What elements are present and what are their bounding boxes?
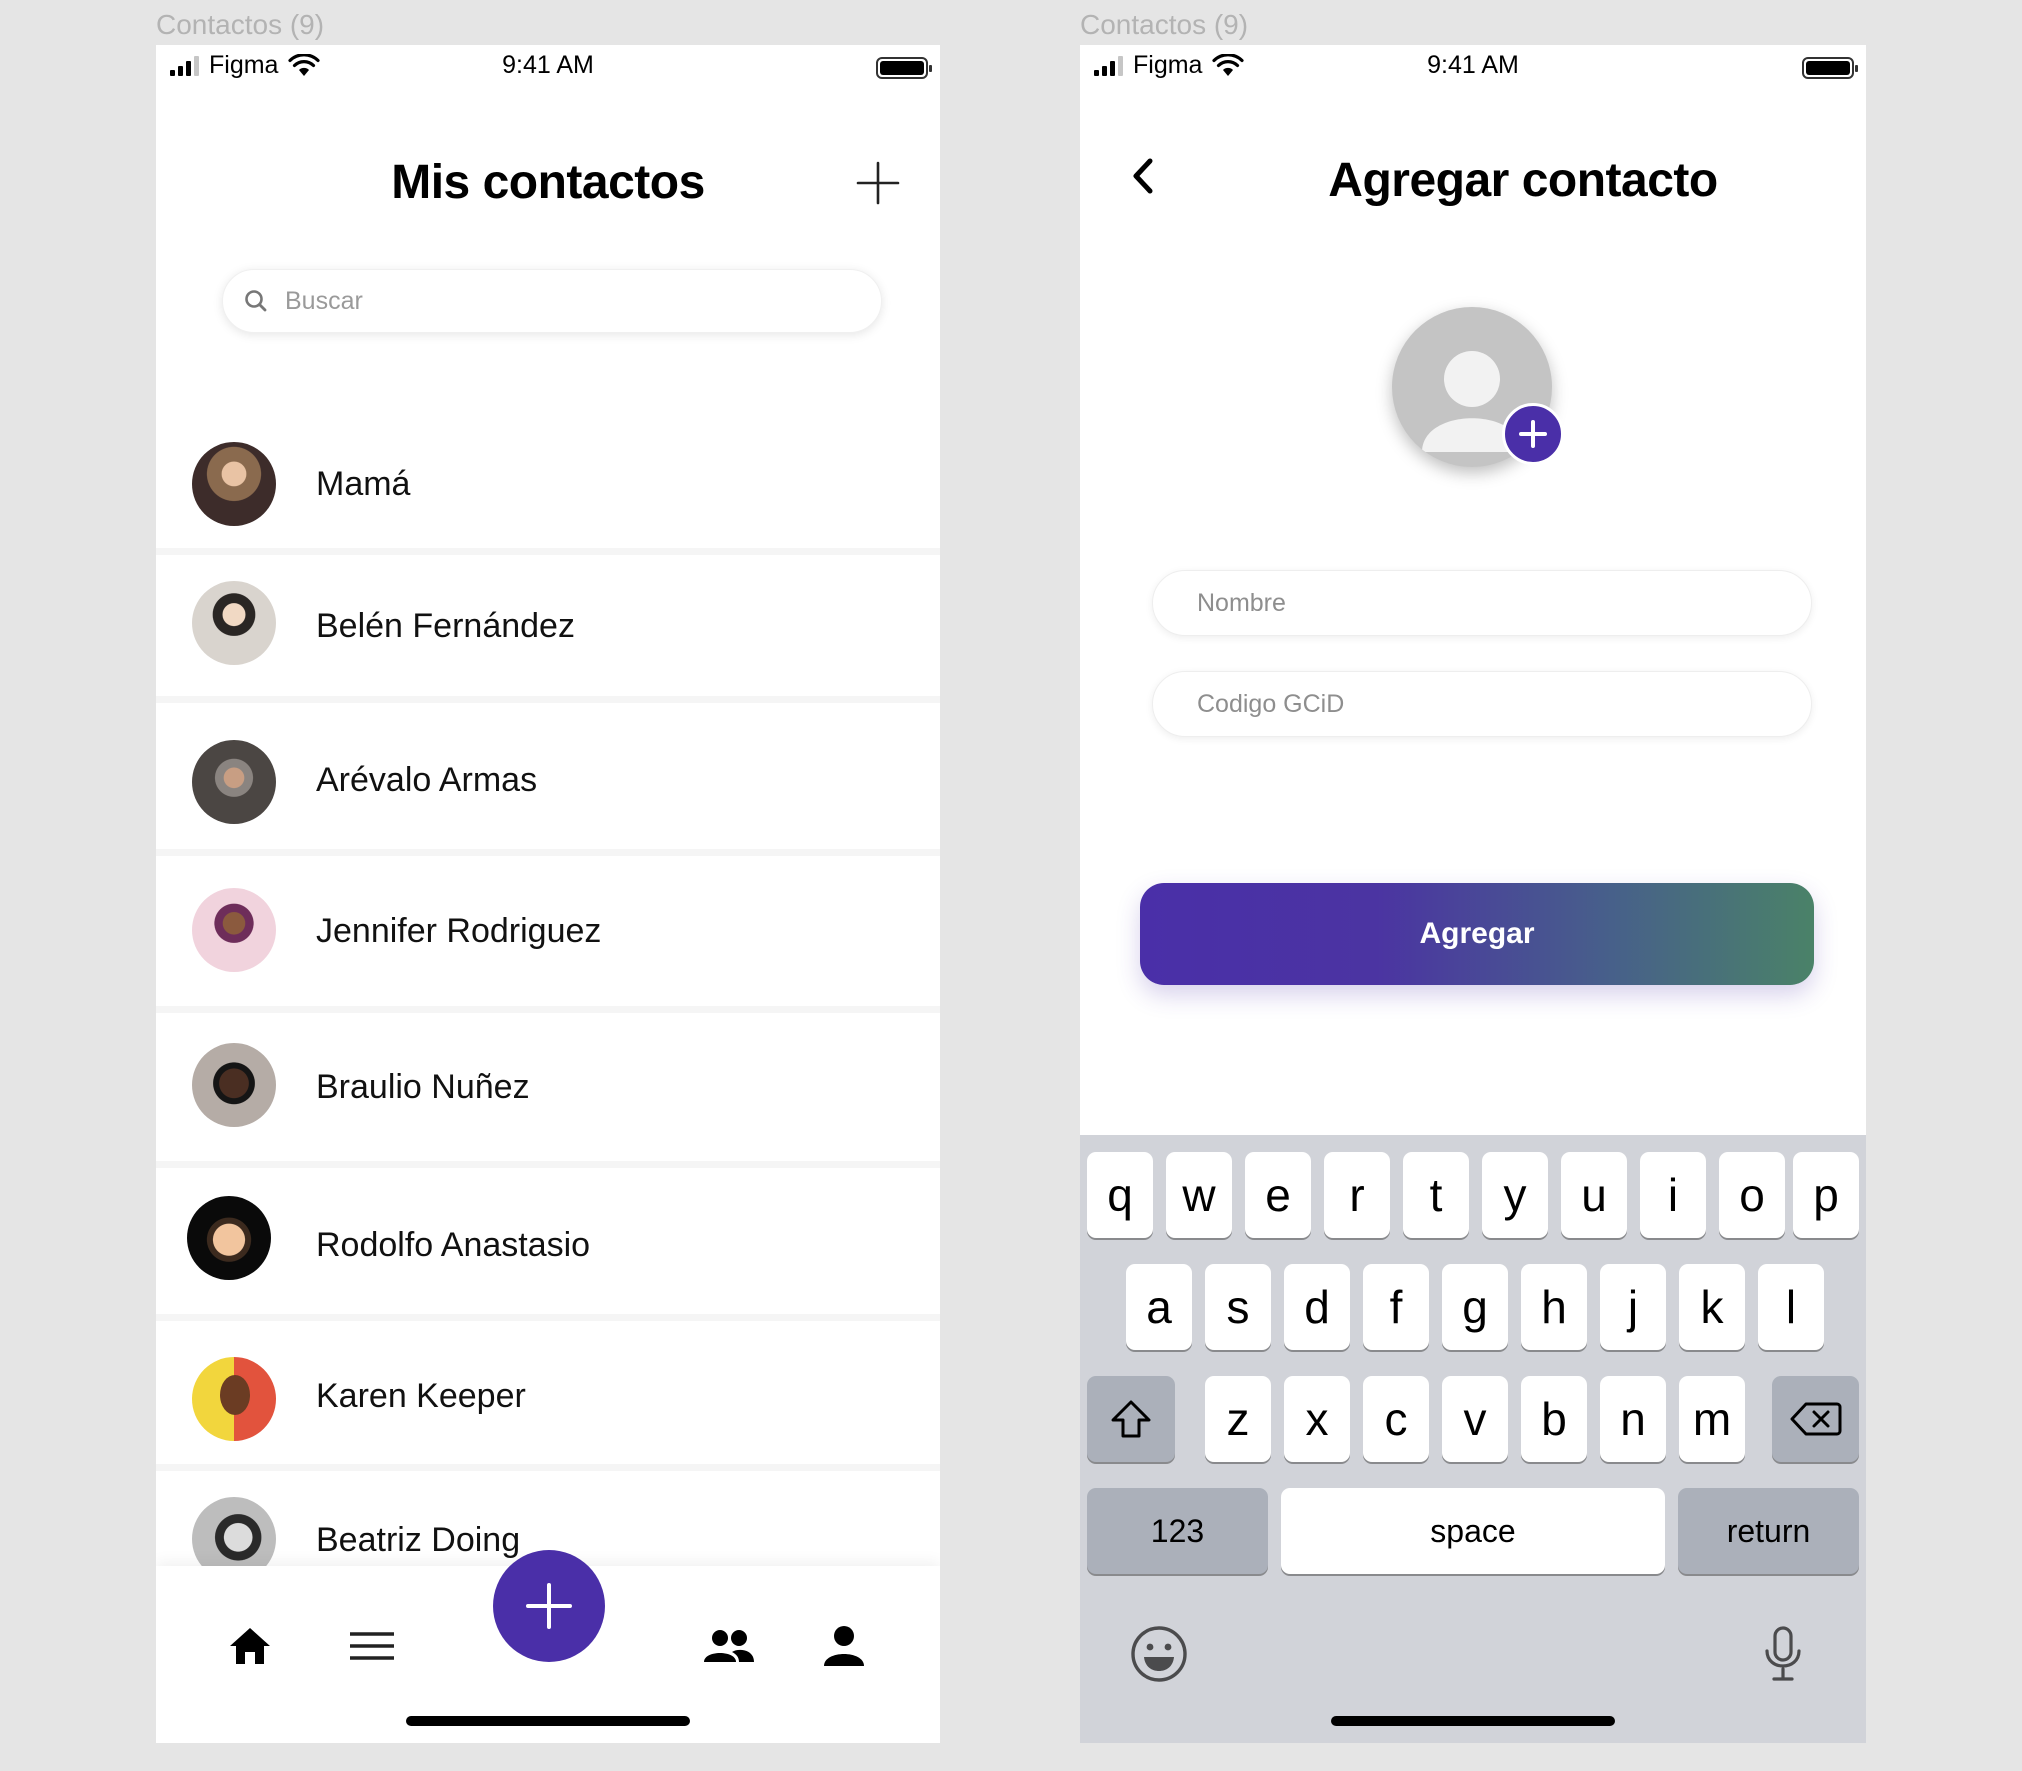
key-b[interactable]: b [1521,1376,1587,1462]
add-contact-button[interactable]: Agregar [1140,883,1814,985]
key-h[interactable]: h [1521,1264,1587,1350]
contact-name: Karen Keeper [316,1377,526,1415]
avatar [192,740,276,824]
add-button[interactable] [493,1550,605,1662]
avatar [192,888,276,972]
key-m[interactable]: m [1679,1376,1745,1462]
numbers-key[interactable]: 123 [1087,1488,1268,1574]
contact-name: Rodolfo Anastasio [316,1226,591,1264]
key-r[interactable]: r [1324,1152,1390,1238]
battery-icon [876,57,932,79]
shift-key[interactable] [1087,1376,1175,1462]
status-time: 9:41 AM [1427,51,1519,79]
key-t[interactable]: t [1403,1152,1469,1238]
status-time: 9:41 AM [502,51,594,79]
list-item[interactable]: Rodolfo Anastasio [156,1168,940,1321]
key-d[interactable]: d [1284,1264,1350,1350]
avatar [192,1043,276,1127]
contact-list: Mamá Belén Fernández Arévalo Armas Jenni… [156,397,940,1609]
contact-name: Arévalo Armas [316,761,538,799]
name-input[interactable] [1197,588,1757,618]
key-k[interactable]: k [1679,1264,1745,1350]
key-s[interactable]: s [1205,1264,1271,1350]
plus-icon [1519,420,1547,448]
contact-name: Beatriz Doing [316,1521,521,1559]
key-u[interactable]: u [1561,1152,1627,1238]
avatar [192,442,276,526]
home-indicator [406,1716,690,1726]
search-bar[interactable] [222,269,882,333]
person-icon[interactable] [820,1622,868,1670]
status-bar: Figma 9:41 AM [1080,45,1866,89]
avatar [187,1196,271,1280]
contact-name: Braulio Nuñez [316,1068,530,1106]
key-q[interactable]: q [1087,1152,1153,1238]
shift-icon [1111,1400,1151,1438]
list-item[interactable]: Arévalo Armas [156,703,940,856]
key-n[interactable]: n [1600,1376,1666,1462]
backspace-icon [1790,1402,1841,1436]
menu-icon[interactable] [348,1622,396,1670]
avatar [192,581,276,665]
return-key[interactable]: return [1678,1488,1859,1574]
key-i[interactable]: i [1640,1152,1706,1238]
list-item[interactable]: Belén Fernández [156,555,940,703]
battery-icon [1802,57,1858,79]
backspace-key[interactable] [1772,1376,1859,1462]
search-icon [245,290,267,312]
key-e[interactable]: e [1245,1152,1311,1238]
key-p[interactable]: p [1793,1152,1859,1238]
key-j[interactable]: j [1600,1264,1666,1350]
contact-name: Mamá [316,465,411,503]
list-item[interactable]: Jennifer Rodriguez [156,856,940,1013]
code-input[interactable] [1197,689,1757,719]
back-chevron-icon[interactable] [1120,151,1164,203]
key-w[interactable]: w [1166,1152,1232,1238]
people-icon[interactable] [702,1622,756,1670]
name-field[interactable] [1152,570,1812,636]
key-z[interactable]: z [1205,1376,1271,1462]
key-a[interactable]: a [1126,1264,1192,1350]
key-x[interactable]: x [1284,1376,1350,1462]
space-key[interactable]: space [1281,1488,1665,1574]
add-photo-button[interactable] [1502,403,1564,465]
add-contact-plus-icon[interactable] [856,161,900,205]
frame-label-contacts: Contactos (9) [156,9,325,40]
avatar [192,1357,276,1441]
key-c[interactable]: c [1363,1376,1429,1462]
contacts-screen: Figma 9:41 AM Mis contactos Mamá Belén F… [156,45,940,1743]
key-v[interactable]: v [1442,1376,1508,1462]
home-icon[interactable] [226,1622,274,1670]
page-title: Mis contactos [391,156,705,209]
contact-name: Jennifer Rodriguez [316,912,602,950]
key-y[interactable]: y [1482,1152,1548,1238]
key-o[interactable]: o [1719,1152,1785,1238]
microphone-icon[interactable] [1760,1625,1806,1683]
list-item[interactable]: Mamá [156,397,940,555]
frame-label-add-contact: Contactos (9) [1080,9,1249,40]
keyboard: q w e r t y u i o p a s d f g h j k l z … [1080,1135,1866,1743]
status-bar: Figma 9:41 AM [156,45,940,89]
contact-name: Belén Fernández [316,607,575,645]
code-field[interactable] [1152,671,1812,737]
list-item[interactable]: Braulio Nuñez [156,1013,940,1168]
key-g[interactable]: g [1442,1264,1508,1350]
plus-icon [526,1583,572,1629]
emoji-icon[interactable] [1130,1625,1188,1683]
key-f[interactable]: f [1363,1264,1429,1350]
bottom-nav-bar [156,1550,940,1743]
search-input[interactable] [285,286,845,316]
add-contact-screen: Figma 9:41 AM Agregar contacto Agregar q… [1080,45,1866,1743]
home-indicator [1331,1716,1615,1726]
key-l[interactable]: l [1758,1264,1824,1350]
page-title: Agregar contacto [1328,154,1718,207]
list-item[interactable]: Karen Keeper [156,1321,940,1471]
